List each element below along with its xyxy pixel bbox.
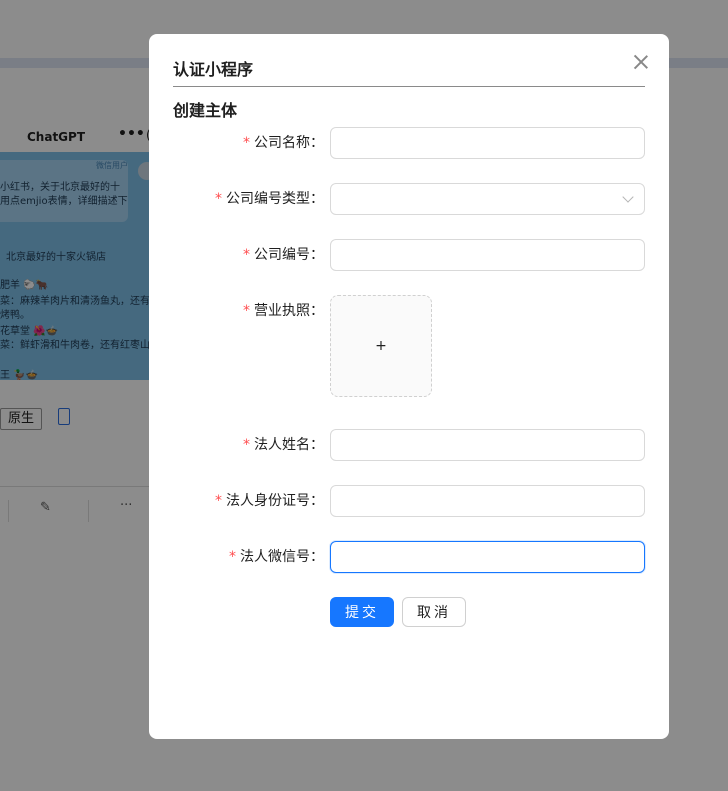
field-label: 公司编号类型： [226,191,324,207]
field-label: 公司名称： [254,135,324,151]
field-label: 法人身份证号： [226,493,324,509]
field-label: 营业执照： [254,303,324,319]
form-label: * 法人微信号： [229,541,324,573]
form-label: * 营业执照： [243,295,324,327]
required-mark: * [243,135,250,151]
modal-title: 认证小程序 [173,60,254,79]
cancel-button[interactable]: 取消 [402,597,466,627]
legal-person-wechat-input[interactable] [330,541,645,573]
submit-button[interactable]: 提交 [330,597,394,627]
required-mark: * [243,247,250,263]
required-mark: * [215,191,222,207]
field-label: 法人微信号： [240,549,324,565]
company-number-type-select[interactable] [330,183,645,215]
chevron-down-icon [622,191,634,203]
legal-person-name-input[interactable] [330,429,645,461]
required-mark: * [243,303,250,319]
company-name-input[interactable] [330,127,645,159]
business-license-upload[interactable]: + [330,295,432,397]
form-label: * 法人姓名： [243,429,324,461]
close-icon[interactable] [633,54,649,70]
title-divider [173,86,645,87]
legal-person-id-input[interactable] [330,485,645,517]
company-number-input[interactable] [330,239,645,271]
certify-mini-program-modal: 认证小程序 创建主体 * 公司名称： * 公司编号类型： * 公司编号： * 营业执照：… [149,34,669,739]
required-mark: * [229,549,236,565]
field-label: 法人姓名： [254,437,324,453]
required-mark: * [215,493,222,509]
field-label: 公司编号： [254,247,324,263]
required-mark: * [243,437,250,453]
form-label: * 公司编号类型： [215,183,324,215]
form-label: * 公司名称： [243,127,324,159]
plus-icon: + [375,338,387,354]
form-label: * 法人身份证号： [215,485,324,517]
section-title: 创建主体 [173,101,238,120]
form-label: * 公司编号： [243,239,324,271]
